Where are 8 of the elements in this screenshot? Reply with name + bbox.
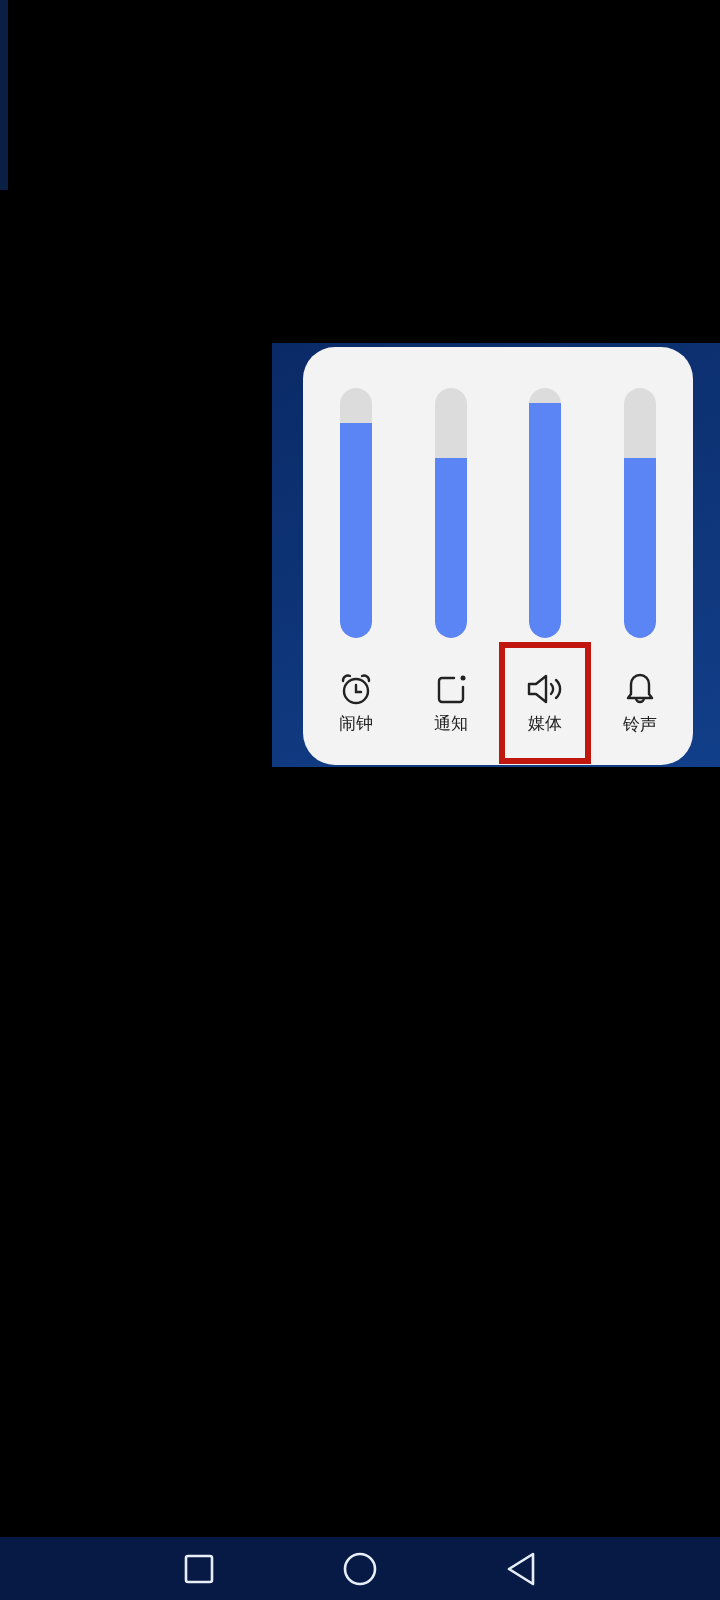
stream-label: 媒体: [528, 712, 563, 734]
stream-label: 通知: [433, 712, 468, 734]
volume-stream-button[interactable]: 媒体: [499, 642, 592, 764]
volume-stream-button[interactable]: 通知: [404, 642, 497, 764]
stream-label: 闹钟: [339, 712, 374, 734]
volume-stream-button[interactable]: 闹钟: [310, 642, 403, 764]
stream-label: 铃声: [622, 713, 657, 735]
volume-stream-button[interactable]: 铃声: [593, 642, 686, 764]
